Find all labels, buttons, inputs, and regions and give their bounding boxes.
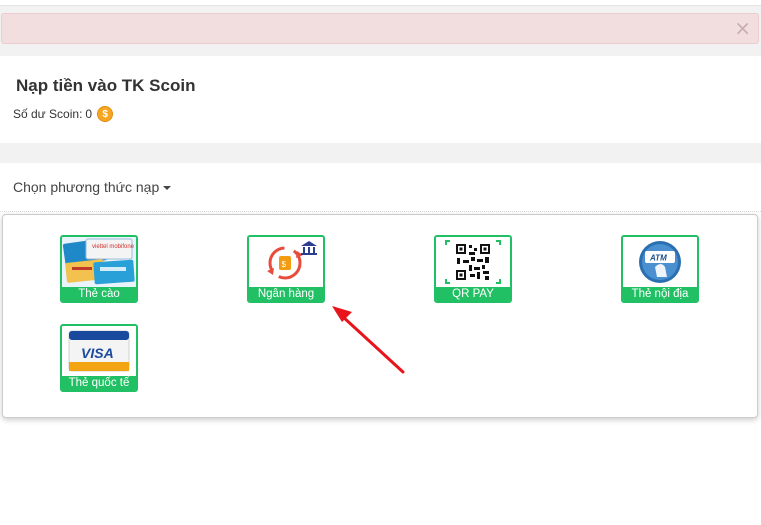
- bank-transfer-icon: $: [249, 237, 323, 287]
- method-tile-bank[interactable]: $ Ngân hàng: [247, 235, 325, 303]
- svg-text:ATM: ATM: [649, 254, 667, 263]
- red-arrow-icon: [332, 306, 405, 374]
- qr-code-icon: [436, 237, 510, 287]
- svg-text:viettel mobifone: viettel mobifone: [92, 244, 135, 250]
- method-tile-label: Thẻ nội địa: [623, 287, 697, 301]
- caret-down-icon: [163, 186, 172, 190]
- method-tile-atm[interactable]: ATM Thẻ nội địa: [621, 235, 699, 303]
- divider: [0, 211, 761, 212]
- method-tile-label: QR PAY: [436, 287, 510, 301]
- balance-value: 0: [85, 107, 93, 121]
- balance-line: Số dư Scoin: 0 $: [13, 106, 114, 122]
- alert-close-icon[interactable]: ×: [734, 17, 751, 39]
- atm-card-icon: ATM: [623, 237, 697, 287]
- page-title: Nạp tiền vào TK Scoin: [16, 76, 196, 95]
- scratch-card-icon: viettel mobifone: [62, 237, 136, 287]
- alert-bar: ×: [1, 13, 759, 44]
- method-tile-label: Ngân hàng: [249, 287, 323, 301]
- method-tile-visa[interactable]: VISA Thẻ quốc tế: [60, 324, 138, 392]
- svg-text:$: $: [282, 260, 287, 269]
- balance-label: Số dư Scoin:: [13, 107, 83, 121]
- svg-text:VISA: VISA: [81, 345, 114, 361]
- method-tile-scratch-card[interactable]: viettel mobifone Thẻ cào: [60, 235, 138, 303]
- method-tile-label: Thẻ quốc tế: [62, 376, 136, 390]
- method-dropdown-label: Chọn phương thức nạp: [13, 179, 160, 195]
- visa-card-icon: VISA: [62, 326, 136, 376]
- method-tile-qr-pay[interactable]: QR PAY: [434, 235, 512, 303]
- method-dropdown[interactable]: Chọn phương thức nạp: [13, 179, 172, 195]
- coin-icon: $: [97, 106, 114, 122]
- top-strip: [0, 0, 761, 6]
- method-tile-label: Thẻ cào: [62, 287, 136, 301]
- balance-card: Nạp tiền vào TK Scoin Số dư Scoin: 0 $: [0, 56, 761, 143]
